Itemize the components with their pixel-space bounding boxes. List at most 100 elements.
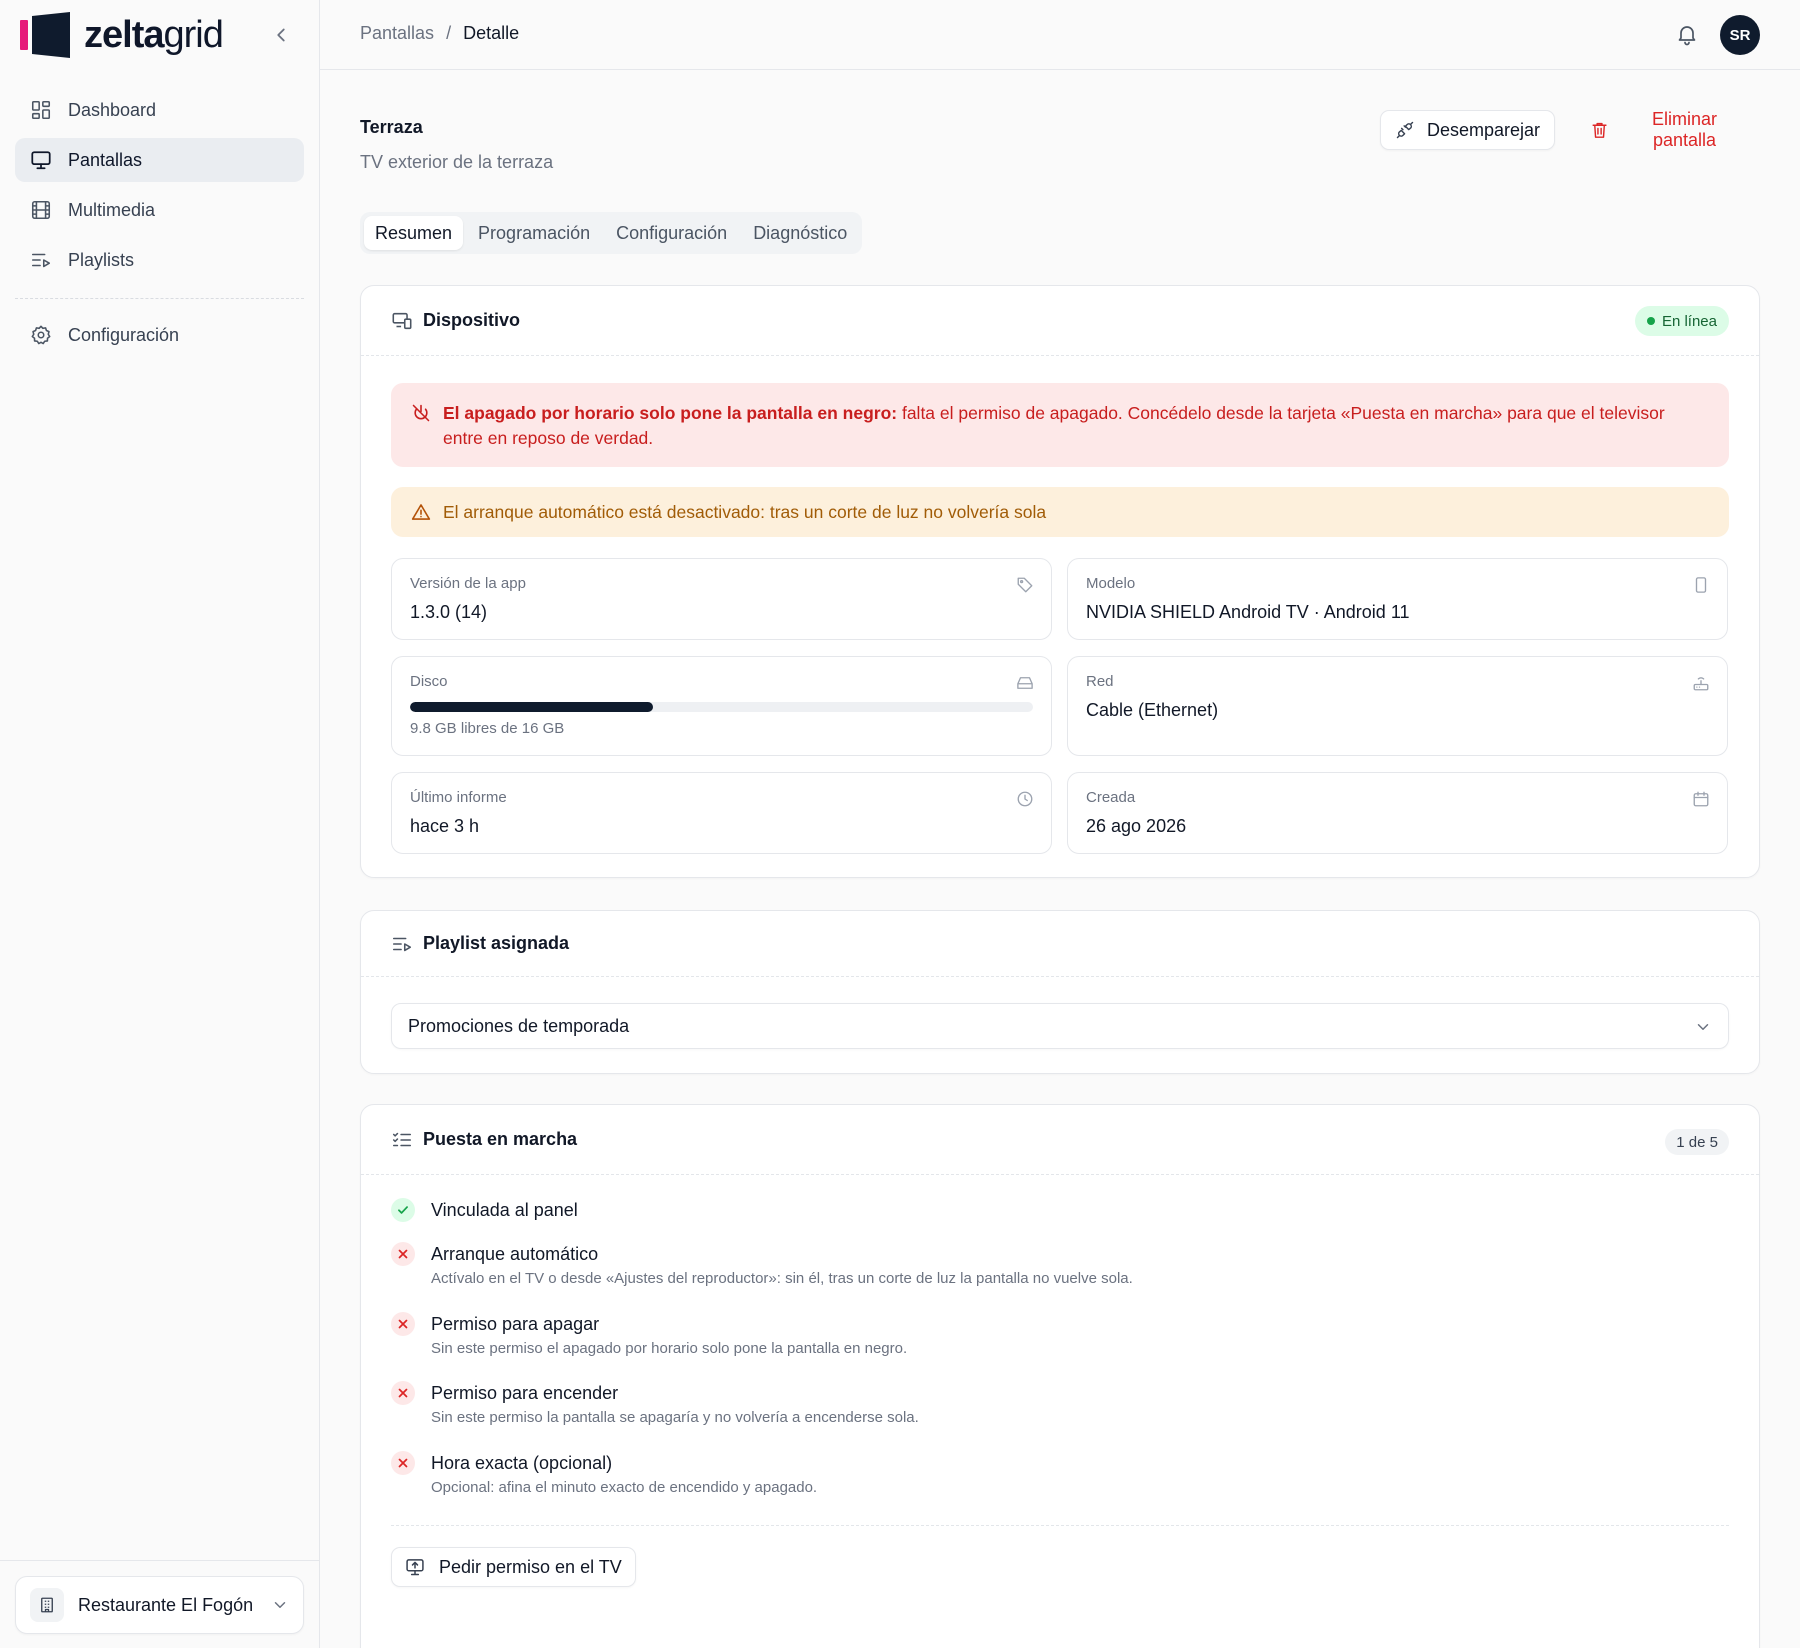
nav-divider [15, 298, 304, 299]
monitor-icon [30, 149, 52, 171]
tab-bar: Resumen Programación Configuración Diagn… [360, 212, 863, 254]
stat-label: Red [1086, 673, 1114, 690]
x-icon [391, 1381, 415, 1405]
checklist-item: Arranque automático Actívalo en el TV o d… [391, 1241, 1729, 1311]
tab-configuracion[interactable]: Configuración [605, 216, 738, 250]
disk-usage-fill [410, 702, 653, 712]
checklist-item-title: Hora exacta (opcional) [431, 1453, 613, 1473]
breadcrumb-current: Detalle [463, 23, 520, 43]
tab-diagnostico[interactable]: Diagnóstico [742, 216, 858, 250]
tag-icon [1016, 576, 1034, 594]
org-switcher[interactable]: Restaurante El Fogón [15, 1576, 304, 1634]
stat-label: Modelo [1086, 575, 1136, 592]
sidebar-item-playlists[interactable]: Playlists [15, 238, 304, 282]
stat-app-version: Versión de la app 1.3.0 (14) [391, 558, 1052, 640]
chevron-left-icon[interactable] [270, 24, 292, 46]
setup-progress-badge: 1 de 5 [1665, 1129, 1729, 1155]
breadcrumb-parent[interactable]: Pantallas [360, 23, 434, 44]
playlist-select-value: Promociones de temporada [408, 1015, 630, 1036]
unpair-button[interactable]: Desemparejar [1380, 110, 1556, 150]
setup-card: Puesta en marcha 1 de 5 Vinculada al pan… [360, 1104, 1760, 1648]
sidebar-item-dashboard[interactable]: Dashboard [15, 88, 304, 132]
stat-last-report: Último informe hace 3 h [391, 772, 1052, 854]
setup-card-header: Puesta en marcha 1 de 5 [361, 1105, 1759, 1175]
status-dot [1646, 317, 1655, 325]
stat-disk: Disco 9.8 GB libres de 16 GB [391, 656, 1052, 756]
sidebar-item-multimedia[interactable]: Multimedia [15, 188, 304, 232]
checklist-item: Hora exacta (opcional) Opcional: afina el… [391, 1450, 1729, 1520]
checklist-item: Permiso para apagar Sin este permiso el a… [391, 1311, 1729, 1380]
sidebar-item-label: Configuración [68, 324, 180, 345]
stat-value: 26 ago 2026 [1086, 816, 1187, 836]
checklist-item-desc: Actívalo en el TV o desde «Ajustes del r… [431, 1270, 1133, 1287]
disk-usage-bar [410, 702, 1033, 712]
unplug-icon [1395, 120, 1415, 140]
sidebar-item-label: Playlists [68, 249, 135, 270]
stat-label: Versión de la app [410, 575, 526, 592]
page-subtitle: TV exterior de la terraza [360, 152, 554, 172]
clock-icon [1016, 790, 1034, 808]
checklist-item-title: Permiso para encender [431, 1383, 619, 1403]
org-avatar [30, 1588, 64, 1622]
checklist-item: Vinculada al panel [391, 1197, 1729, 1241]
sidebar-footer-divider [0, 1560, 320, 1561]
playlist-card-header: Playlist asignada [361, 911, 1759, 977]
gear-icon [30, 324, 52, 346]
devices-icon [391, 310, 413, 332]
tab-resumen[interactable]: Resumen [364, 216, 464, 250]
sidebar-item-label: Pantallas [68, 149, 143, 170]
stat-network: Red Cable (Ethernet) [1067, 656, 1728, 756]
checklist-item-title: Vinculada al panel [431, 1200, 578, 1220]
setup-divider [391, 1525, 1729, 1526]
sidebar-item-label: Dashboard [68, 99, 157, 120]
autostart-warning-text: El arranque automático está desactivado:… [443, 501, 1047, 522]
shutdown-permission-alert: El apagado por horario solo pone la pant… [391, 383, 1729, 467]
sidebar-item-configuracion[interactable]: Configuración [15, 313, 304, 357]
setup-card-title: Puesta en marcha [423, 1129, 578, 1149]
breadcrumb: Pantallas / Detalle [360, 23, 519, 44]
brand-logo[interactable]: zeltagrid [20, 12, 224, 58]
setup-checklist: Vinculada al panel Arranque automático Ac… [391, 1197, 1729, 1520]
brand-name: zeltagrid [84, 14, 224, 56]
tab-programacion[interactable]: Programación [467, 216, 601, 250]
checklist-item-title: Permiso para apagar [431, 1314, 600, 1334]
checklist-item: Permiso para encender Sin este permiso la… [391, 1380, 1729, 1450]
stat-label: Creada [1086, 789, 1136, 806]
x-icon [391, 1451, 415, 1475]
page-title: Terraza [360, 117, 423, 137]
delete-label: Eliminar pantalla [1652, 109, 1718, 150]
sidebar-item-pantallas[interactable]: Pantallas [15, 138, 304, 182]
calendar-icon [1692, 790, 1710, 808]
bell-icon[interactable] [1675, 22, 1699, 46]
stat-value: 1.3.0 (14) [410, 602, 488, 622]
user-avatar[interactable]: SR [1720, 15, 1760, 55]
breadcrumb-separator: / [446, 23, 452, 43]
playlist-card-title: Playlist asignada [423, 933, 570, 953]
delete-screen-button[interactable]: Eliminar pantalla [1578, 109, 1760, 150]
logo-icon [20, 12, 70, 58]
ask-permission-label: Pedir permiso en el TV [439, 1556, 622, 1577]
sidebar-nav: Dashboard Pantallas Multimedia Playlists… [15, 88, 304, 363]
chevron-down-icon [1694, 1018, 1712, 1036]
status-badge: En línea [1634, 306, 1729, 336]
stat-label: Disco [410, 673, 448, 690]
unpair-label: Desemparejar [1427, 119, 1541, 140]
checklist-icon [391, 1129, 413, 1151]
stat-value: NVIDIA SHIELD Android TV · Android 11 [1086, 602, 1410, 622]
stat-created: Creada 26 ago 2026 [1067, 772, 1728, 854]
warning-icon [411, 502, 431, 522]
phone-icon [1692, 576, 1710, 594]
checklist-item-desc: Opcional: afina el minuto exacto de ence… [431, 1479, 818, 1496]
ask-permission-button[interactable]: Pedir permiso en el TV [391, 1547, 636, 1587]
autostart-warning: El arranque automático está desactivado:… [391, 487, 1729, 537]
playlist-select[interactable]: Promociones de temporada [391, 1003, 1729, 1049]
x-icon [391, 1312, 415, 1336]
checklist-item-title: Arranque automático [431, 1244, 599, 1264]
device-card-title: Dispositivo [423, 310, 521, 330]
film-icon [30, 199, 52, 221]
org-name: Restaurante El Fogón [78, 1594, 254, 1615]
x-icon [391, 1242, 415, 1266]
checklist-item-desc: Sin este permiso la pantalla se apagaría… [431, 1409, 919, 1426]
trash-icon [1590, 120, 1609, 140]
check-icon [391, 1198, 415, 1222]
